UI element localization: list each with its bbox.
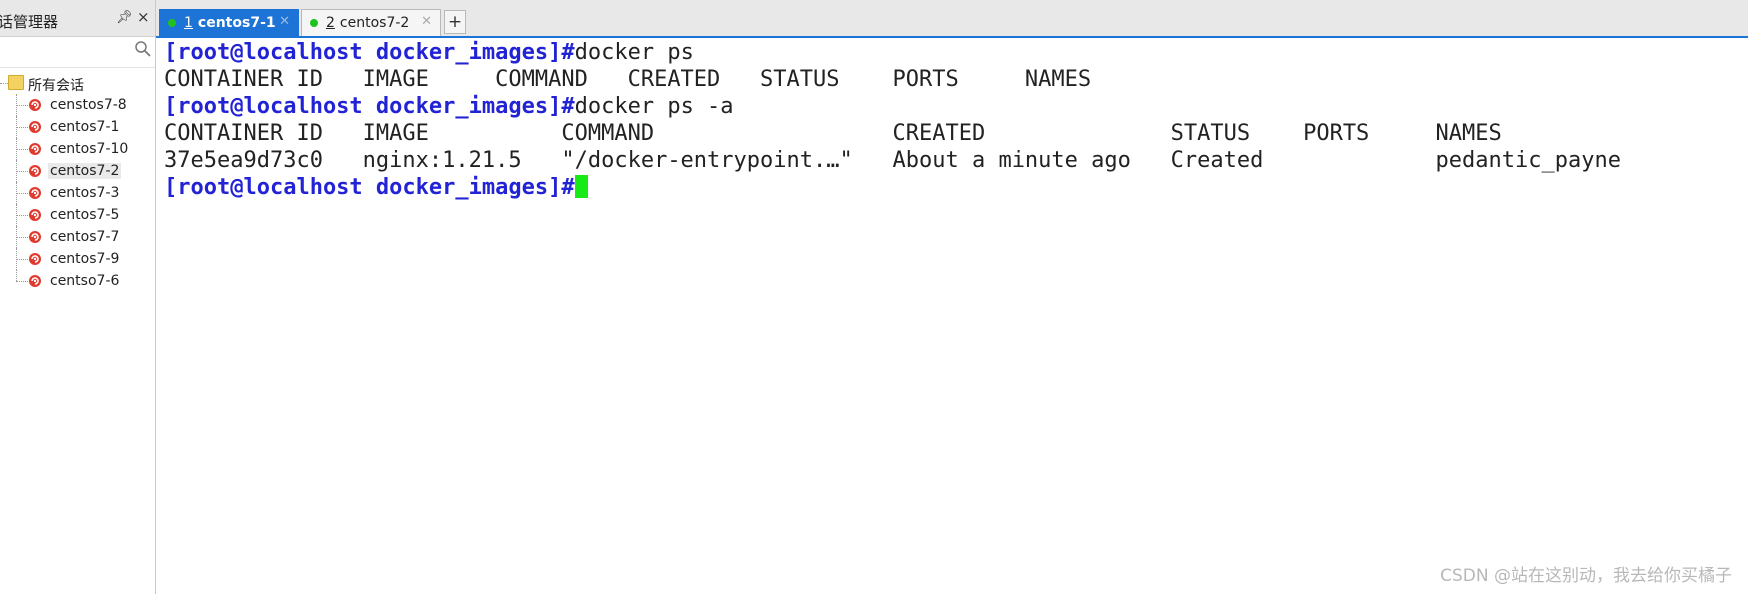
session-item[interactable]: centso7-6 bbox=[0, 270, 155, 292]
terminal-lines: [root@localhost docker_images]#docker ps… bbox=[164, 39, 1621, 201]
ssh-session-icon bbox=[29, 253, 41, 265]
terminal-line: [root@localhost docker_images]#docker ps bbox=[164, 39, 1621, 66]
session-item-label: centos7-9 bbox=[50, 251, 120, 267]
session-item-label: censtos7-8 bbox=[50, 97, 127, 113]
tab-number: 1 bbox=[184, 15, 193, 31]
terminal-line: CONTAINER ID IMAGE COMMAND CREATED STATU… bbox=[164, 120, 1621, 147]
ssh-session-icon bbox=[29, 99, 41, 111]
terminal-line: [root@localhost docker_images]#docker ps… bbox=[164, 93, 1621, 120]
tree-connector bbox=[0, 83, 8, 84]
shell-prompt: [root@localhost docker_images]# bbox=[164, 94, 575, 119]
tab-bar: 1 centos7-1 ✕ 2 centos7-2 ✕ + bbox=[156, 0, 1748, 38]
connection-status-icon bbox=[310, 19, 318, 27]
session-item[interactable]: centos7-10 bbox=[0, 138, 155, 160]
session-manager-panel: 话管理器 📌︎ × 所有会话 censtos7-8 centos7-1 centos… bbox=[0, 0, 156, 594]
tree-connector bbox=[16, 259, 28, 260]
tab-number: 2 bbox=[326, 15, 335, 31]
terminal-line: 37e5ea9d73c0 nginx:1.21.5 "/docker-entry… bbox=[164, 147, 1621, 174]
ssh-session-icon bbox=[29, 143, 41, 155]
terminal-text: docker ps bbox=[574, 40, 694, 65]
session-item[interactable]: centos7-7 bbox=[0, 226, 155, 248]
tab-close-icon[interactable]: ✕ bbox=[421, 14, 432, 29]
ssh-session-icon bbox=[29, 121, 41, 133]
tab-label: centos7-2 bbox=[339, 15, 410, 31]
terminal-text: 37e5ea9d73c0 nginx:1.21.5 "/docker-entry… bbox=[164, 148, 1621, 173]
session-item[interactable]: centos7-5 bbox=[0, 204, 155, 226]
ssh-session-icon bbox=[29, 187, 41, 199]
session-item-label: centos7-1 bbox=[50, 119, 120, 135]
tree-connector bbox=[16, 193, 28, 194]
terminal-output[interactable]: [root@localhost docker_images]#docker ps… bbox=[157, 38, 1748, 594]
ssh-session-icon bbox=[29, 209, 41, 221]
terminal-line: [root@localhost docker_images]# bbox=[164, 174, 1621, 201]
connection-status-icon bbox=[168, 19, 176, 27]
tab-session-2[interactable]: 2 centos7-2 ✕ bbox=[301, 9, 441, 36]
session-item-label: centos7-10 bbox=[50, 141, 129, 157]
tree-connector bbox=[16, 149, 28, 150]
session-manager-title: 话管理器 bbox=[0, 13, 59, 31]
terminal-text: CONTAINER ID IMAGE COMMAND CREATED STATU… bbox=[164, 121, 1502, 146]
session-item-label: centos7-2 bbox=[48, 163, 122, 179]
tree-connector bbox=[16, 215, 28, 216]
close-icon[interactable]: × bbox=[137, 8, 150, 26]
session-item[interactable]: censtos7-8 bbox=[0, 94, 155, 116]
terminal-text: docker ps -a bbox=[574, 94, 734, 119]
ssh-session-icon bbox=[29, 165, 41, 177]
session-manager-header: 话管理器 📌︎ × bbox=[0, 0, 155, 37]
tree-connector bbox=[16, 237, 28, 238]
tree-connector bbox=[16, 270, 17, 281]
terminal-line: CONTAINER ID IMAGE COMMAND CREATED STATU… bbox=[164, 66, 1621, 93]
session-item-label: centos7-3 bbox=[50, 185, 120, 201]
session-item-label: centso7-6 bbox=[50, 273, 120, 289]
tree-connector bbox=[16, 281, 28, 282]
pin-icon[interactable]: 📌︎ bbox=[116, 10, 133, 25]
terminal-text: CONTAINER ID IMAGE COMMAND CREATED STATU… bbox=[164, 67, 1092, 92]
ssh-session-icon bbox=[29, 275, 41, 287]
tree-connector bbox=[16, 171, 28, 172]
tree-connector bbox=[16, 127, 28, 128]
tab-label: centos7-1 bbox=[197, 15, 276, 31]
session-list: censtos7-8 centos7-1 centos7-10 centos7-2 ce… bbox=[0, 94, 155, 292]
session-item[interactable]: centos7-2 bbox=[0, 160, 155, 182]
session-item[interactable]: centos7-1 bbox=[0, 116, 155, 138]
watermark: CSDN @站在这别动，我去给你买橘子 bbox=[1440, 566, 1732, 586]
session-search-input[interactable] bbox=[0, 41, 132, 63]
tab-session-1[interactable]: 1 centos7-1 ✕ bbox=[159, 9, 299, 36]
search-icon[interactable] bbox=[134, 40, 152, 58]
new-tab-button[interactable]: + bbox=[444, 10, 466, 34]
terminal-cursor bbox=[574, 175, 588, 198]
session-item-label: centos7-7 bbox=[50, 229, 120, 245]
session-item[interactable]: centos7-3 bbox=[0, 182, 155, 204]
tree-connector bbox=[16, 105, 28, 106]
session-tree: 所有会话 censtos7-8 centos7-1 centos7-10 centos… bbox=[0, 72, 155, 292]
tree-root-label: 所有会话 bbox=[28, 78, 84, 94]
shell-prompt: [root@localhost docker_images]# bbox=[164, 175, 575, 200]
tab-close-icon[interactable]: ✕ bbox=[279, 14, 290, 29]
shell-prompt: [root@localhost docker_images]# bbox=[164, 40, 575, 65]
session-item[interactable]: centos7-9 bbox=[0, 248, 155, 270]
session-search-bar bbox=[0, 37, 155, 68]
ssh-session-icon bbox=[29, 231, 41, 243]
folder-icon bbox=[8, 75, 24, 90]
tree-root-all-sessions[interactable]: 所有会话 bbox=[0, 72, 155, 94]
session-item-label: centos7-5 bbox=[50, 207, 120, 223]
